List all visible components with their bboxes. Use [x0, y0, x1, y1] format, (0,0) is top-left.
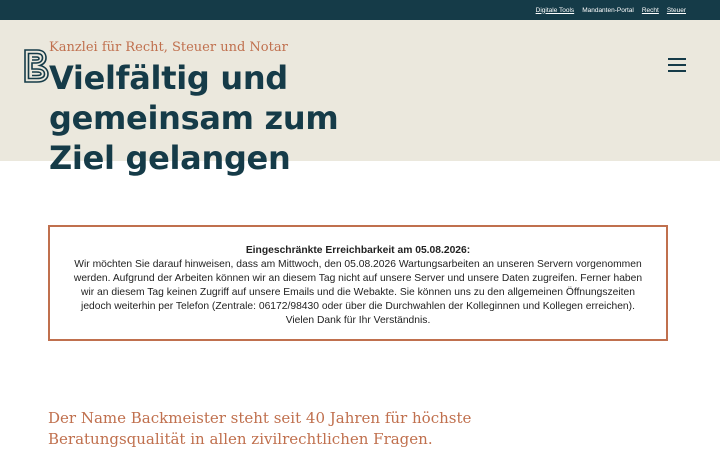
hamburger-icon-bar [668, 70, 686, 72]
hamburger-menu-button[interactable] [668, 58, 686, 72]
topnav-link-digitale-tools[interactable]: Digitale Tools [536, 7, 575, 14]
hamburger-icon-bar [668, 64, 686, 66]
top-utility-bar: Digitale Tools Mandanten-Portal Recht St… [0, 0, 720, 20]
hamburger-icon [668, 58, 686, 60]
top-utility-nav: Digitale Tools Mandanten-Portal Recht St… [536, 0, 686, 20]
hero-section: Kanzlei für Recht, Steuer und Notar Viel… [0, 20, 720, 177]
notice-title: Eingeschränkte Erreichbarkeit am 05.08.2… [245, 245, 471, 256]
notice-body: Wir möchten Sie darauf hinweisen, dass a… [73, 259, 643, 312]
topnav-link-recht[interactable]: Recht [642, 7, 659, 14]
intro-text: Der Name Backmeister steht seit 40 Jahre… [48, 409, 472, 448]
notice-thanks: Vielen Dank für Ihr Verständnis. [285, 315, 431, 326]
topnav-link-steuer[interactable]: Steuer [667, 7, 686, 14]
hero-headline: Vielfältig und gemeinsam zum Ziel gelang… [49, 59, 339, 177]
maintenance-notice: Eingeschränkte Erreichbarkeit am 05.08.2… [48, 225, 668, 341]
topnav-link-mandanten-portal[interactable]: Mandanten-Portal [582, 7, 634, 14]
b-monogram-logo[interactable] [24, 49, 50, 83]
hero-tagline: Kanzlei für Recht, Steuer und Notar [49, 40, 288, 55]
